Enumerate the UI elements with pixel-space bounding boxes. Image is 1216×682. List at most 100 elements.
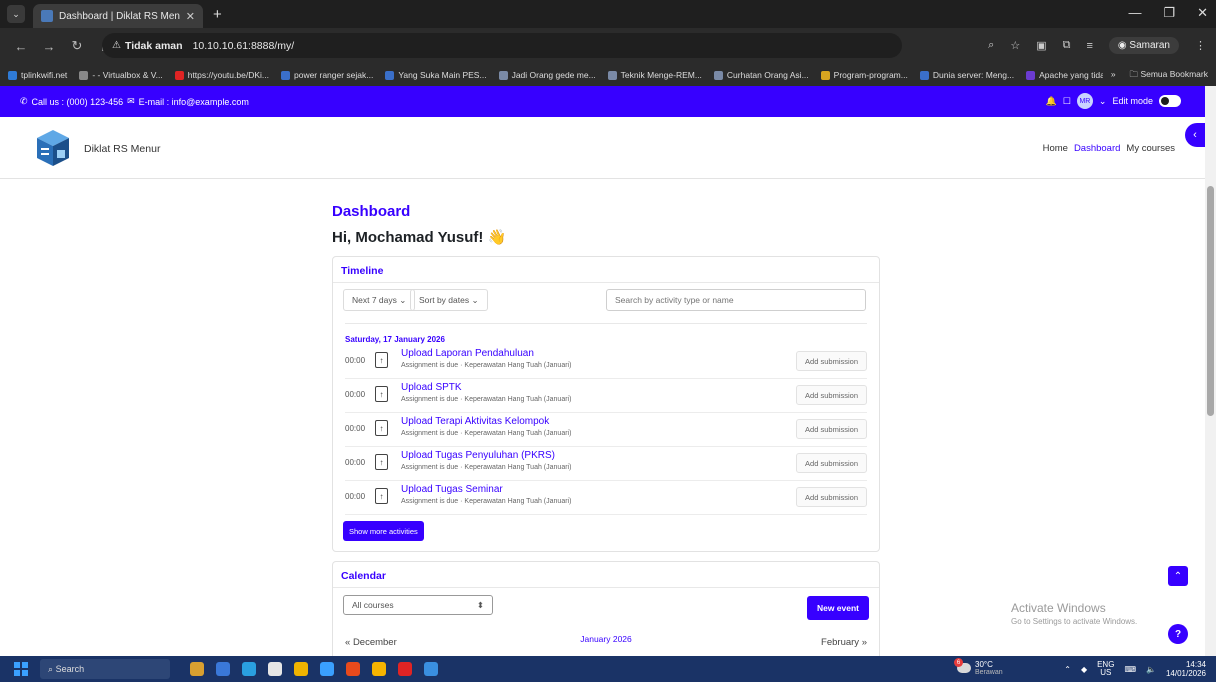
event-time: 00:00 — [345, 424, 366, 433]
extension-icon[interactable]: ▣ — [1036, 39, 1046, 52]
messages-icon[interactable]: ☐ — [1063, 96, 1071, 107]
tray-app-icon[interactable]: ◆ — [1081, 665, 1087, 674]
site-name[interactable]: Diklat RS Menur — [84, 143, 160, 155]
zoom-icon[interactable]: ⌕ — [988, 39, 994, 52]
edit-mode-toggle[interactable] — [1159, 95, 1181, 107]
warning-icon[interactable]: ⚠ — [112, 40, 121, 51]
close-tab-icon[interactable]: ✕ — [186, 10, 195, 23]
window-controls: — ❐ ✕ — [1128, 5, 1208, 21]
open-block-drawer-button[interactable]: ‹ — [1185, 123, 1205, 147]
topbar-user-menu: 🔔 ☐ MR ⌄ Edit mode — [1046, 93, 1181, 109]
timeline-sort-dropdown[interactable]: Sort by dates ⌄ — [410, 289, 488, 311]
forward-icon[interactable]: → — [42, 39, 56, 54]
add-submission-button[interactable]: Add submission — [796, 453, 867, 473]
taskbar-app-icon[interactable] — [242, 662, 256, 676]
avatar[interactable]: MR — [1076, 93, 1093, 109]
bookmark-item[interactable]: Jadi Orang gede me... — [498, 70, 596, 80]
taskbar-app-icon[interactable] — [216, 662, 230, 676]
bookmark-item[interactable]: Curhatan Orang Asi... — [713, 70, 809, 80]
taskbar-app-icon[interactable] — [398, 662, 412, 676]
profile-button[interactable]: ◉ Samaran — [1108, 37, 1179, 54]
taskbar-app-icon[interactable] — [424, 662, 438, 676]
page-scrollbar[interactable] — [1205, 86, 1216, 656]
contact-phone: Call us : (000) 123-456 — [31, 96, 124, 107]
more-bookmarks-button[interactable]: » — [1111, 69, 1116, 83]
menu-icon[interactable]: ⋮ — [1195, 39, 1206, 52]
timeline-search-input[interactable] — [606, 289, 866, 311]
add-submission-button[interactable]: Add submission — [796, 385, 867, 405]
reload-icon[interactable]: ↻ — [70, 38, 84, 54]
nav-dashboard[interactable]: Dashboard — [1074, 143, 1120, 154]
bookmark-star-icon[interactable]: ☆ — [1010, 39, 1020, 52]
notification-icon[interactable]: 🔔 — [1046, 96, 1057, 107]
puzzle-icon[interactable]: ⧉ — [1063, 39, 1071, 52]
taskbar-app-icon[interactable] — [294, 662, 308, 676]
event-subtitle: Assignment is due · Keperawatan Hang Tua… — [401, 464, 572, 471]
event-name-link[interactable]: Upload Tugas Penyuluhan (PKRS) — [401, 450, 555, 461]
bookmark-item[interactable]: https://youtu.be/DKi... — [174, 70, 269, 80]
close-window-button[interactable]: ✕ — [1197, 5, 1208, 21]
add-submission-button[interactable]: Add submission — [796, 419, 867, 439]
taskbar-app-icon[interactable] — [346, 662, 360, 676]
timeline-day-filter[interactable]: Next 7 days ⌄ — [343, 289, 416, 311]
all-bookmarks-button[interactable]: 🗀 Semua Bookmark — [1130, 69, 1208, 83]
clock[interactable]: 14:34 14/01/2026 — [1166, 660, 1206, 678]
sort-label: Sort by dates — [419, 295, 470, 305]
day-filter-label: Next 7 days — [352, 295, 397, 305]
minimize-button[interactable]: — — [1128, 5, 1141, 21]
event-name-link[interactable]: Upload Laporan Pendahuluan — [401, 348, 534, 359]
add-submission-button[interactable]: Add submission — [796, 351, 867, 371]
system-tray: ⌃ ◆ ENG US ⌨ 🔈 14:34 14/01/2026 — [1064, 660, 1206, 678]
volume-icon[interactable]: 🔈 — [1146, 665, 1156, 674]
bookmark-label: power ranger sejak... — [293, 70, 374, 80]
nav-home[interactable]: Home — [1043, 143, 1068, 154]
restore-button[interactable]: ❐ — [1163, 5, 1175, 21]
event-name-link[interactable]: Upload SPTK — [401, 382, 462, 393]
scrollbar-thumb[interactable] — [1207, 186, 1214, 416]
bookmark-item[interactable]: Program-program... — [820, 70, 908, 80]
insecure-label[interactable]: Tidak aman — [125, 40, 183, 52]
language-indicator[interactable]: ENG US — [1097, 661, 1114, 677]
browser-tab-bar: ⌄ Dashboard | Diklat RS Menur ✕ + — ❐ ✕ — [0, 0, 1216, 28]
clock-date: 14/01/2026 — [1165, 669, 1206, 678]
tray-chevron-icon[interactable]: ⌃ — [1064, 665, 1071, 674]
site-logo-icon[interactable] — [33, 128, 73, 168]
course-filter-select[interactable]: All courses ⬍ — [343, 595, 493, 615]
bookmark-item[interactable]: - - Virtualbox & V... — [79, 70, 163, 80]
bookmark-item[interactable]: Yang Suka Main PES... — [385, 70, 487, 80]
help-button[interactable]: ? — [1168, 624, 1188, 644]
bookmark-label: https://youtu.be/DKi... — [187, 70, 269, 80]
bookmark-item[interactable]: Dunia server: Meng... — [919, 70, 1014, 80]
bookmarks-bar: tplinkwifi.net - - Virtualbox & V... https… — [0, 64, 1216, 86]
nav-my-courses[interactable]: My courses — [1126, 143, 1175, 154]
new-tab-button[interactable]: + — [213, 6, 222, 23]
taskbar-app-icon[interactable] — [320, 662, 334, 676]
add-submission-button[interactable]: Add submission — [796, 487, 867, 507]
browser-tab[interactable]: Dashboard | Diklat RS Menur ✕ — [33, 4, 203, 28]
taskbar-app-icon[interactable] — [190, 662, 204, 676]
bookmark-item[interactable]: tplinkwifi.net — [8, 70, 67, 80]
bookmark-favicon-icon — [820, 70, 830, 80]
taskbar-search[interactable]: ⌕ Search — [40, 659, 170, 679]
url-text[interactable]: 10.10.10.61:8888/my/ — [193, 40, 295, 52]
bookmark-item[interactable]: power ranger sejak... — [280, 70, 374, 80]
next-month-link[interactable]: February » — [821, 637, 867, 648]
site-header: Diklat RS Menur Home Dashboard My course… — [0, 117, 1205, 179]
event-time: 00:00 — [345, 458, 366, 467]
start-icon[interactable] — [14, 662, 28, 676]
back-icon[interactable]: ← — [14, 39, 28, 54]
network-icon[interactable]: ⌨ — [1124, 665, 1136, 674]
tab-search-button[interactable]: ⌄ — [7, 5, 25, 23]
taskbar-app-icon[interactable] — [372, 662, 386, 676]
reading-list-icon[interactable]: ≡ — [1086, 40, 1092, 52]
new-event-button[interactable]: New event — [806, 596, 869, 620]
show-more-activities-button[interactable]: Show more activities — [343, 521, 424, 541]
back-to-top-button[interactable]: ⌃ — [1168, 566, 1188, 586]
event-name-link[interactable]: Upload Tugas Seminar — [401, 484, 503, 495]
url-bar[interactable]: ⚠ Tidak aman 10.10.10.61:8888/my/ — [102, 33, 902, 58]
bookmark-item[interactable]: Teknik Menge-REM... — [607, 70, 702, 80]
weather-widget[interactable]: 6 30°C Berawan — [954, 658, 1003, 676]
user-menu-chevron-icon[interactable]: ⌄ — [1099, 96, 1107, 107]
taskbar-app-icon[interactable] — [268, 662, 282, 676]
event-name-link[interactable]: Upload Terapi Aktivitas Kelompok — [401, 416, 549, 427]
